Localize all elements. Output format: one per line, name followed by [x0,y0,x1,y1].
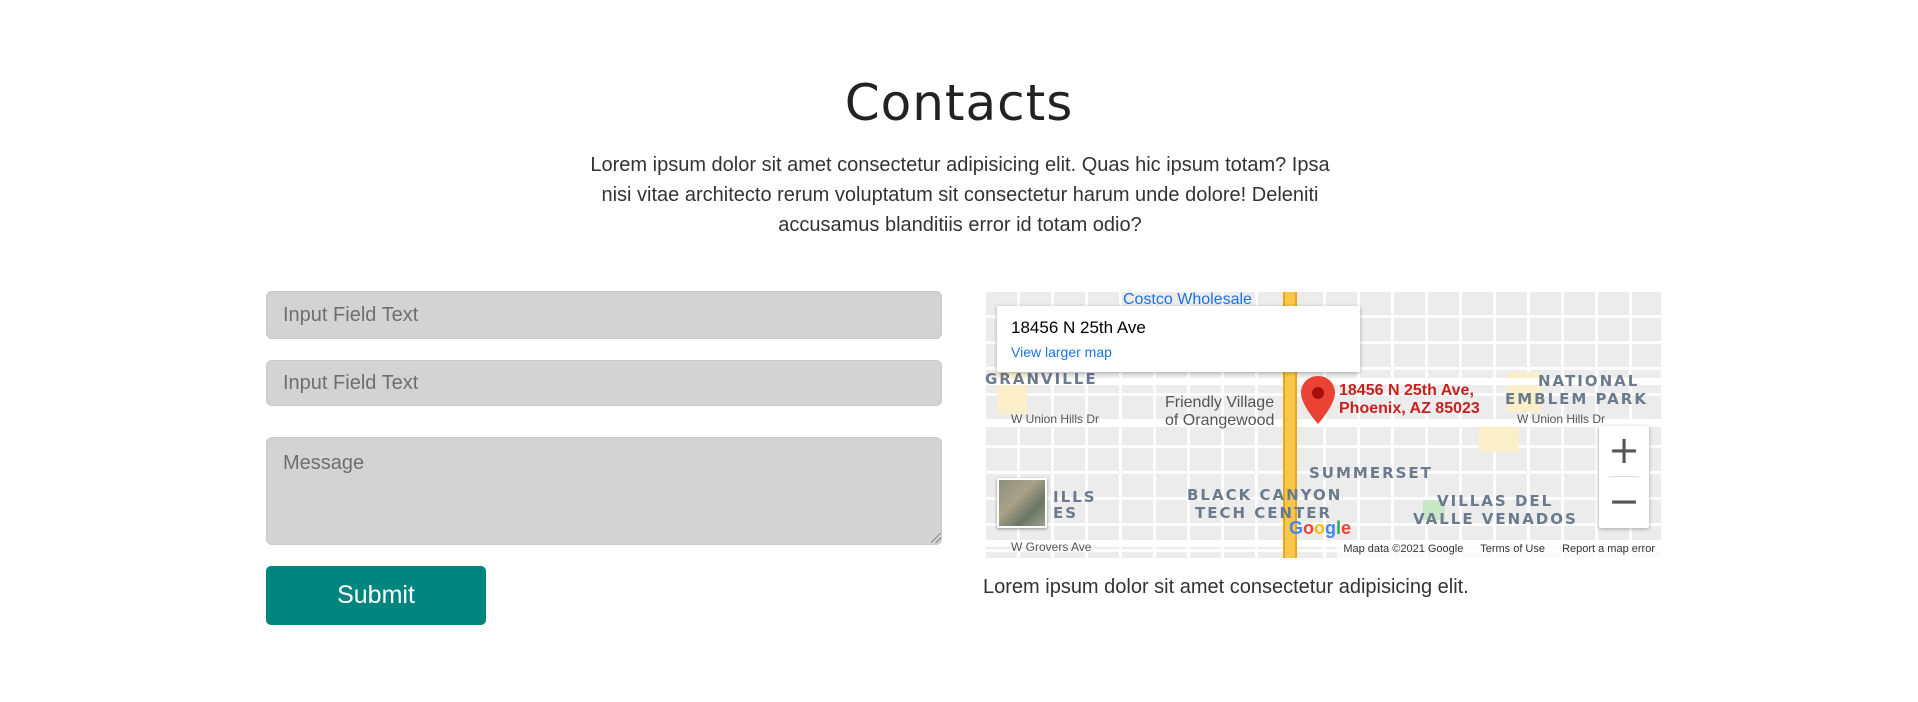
view-larger-map-link[interactable]: View larger map [1011,344,1346,360]
area-label: EMBLEM PARK [1505,390,1648,408]
area-label: GRANVILLE [985,370,1098,388]
street-label: W Grovers Ave [1011,540,1092,554]
area-label: NATIONAL [1538,372,1640,390]
satellite-toggle-button[interactable] [997,478,1047,528]
report-map-error-link[interactable]: Report a map error [1562,543,1655,555]
map-info-card: 18456 N 25th Ave View larger map [997,306,1360,372]
terms-of-use-link[interactable]: Terms of Use [1480,543,1545,555]
place-label: Friendly Village [1165,394,1275,411]
resize-handle-icon[interactable] [931,533,941,543]
area-label: ES [1053,504,1079,522]
google-logo: Google [1289,518,1352,538]
submit-button[interactable]: Submit [266,566,486,625]
map-caption: Lorem ipsum dolor sit amet consectetur a… [983,576,1469,598]
area-label: SUMMERSET [1309,464,1433,482]
place-label: of Orangewood [1165,412,1275,429]
map-pin-icon[interactable] [1301,376,1335,424]
pin-address-label: 18456 N 25th Ave, Phoenix, AZ 85023 [1339,382,1480,418]
area-label: VILLAS DEL [1437,492,1554,510]
section-intro: Lorem ipsum dolor sit amet consectetur a… [590,154,1330,236]
zoom-controls: + − [1599,426,1649,528]
map-data-credit: Map data ©2021 Google [1343,543,1464,555]
info-card-title: 18456 N 25th Ave [1011,318,1146,337]
embedded-map[interactable]: Costco Wholesale GRANVILLE NATIONAL EMBL… [983,292,1661,558]
pin-address-line1: 18456 N 25th Ave, [1339,382,1474,399]
area-label: BLACK CANYON [1187,486,1343,504]
message-field[interactable] [266,437,942,545]
street-label: W Union Hills Dr [1011,412,1100,426]
map-attribution: Map data ©2021 Google Terms of Use Repor… [1337,542,1661,558]
pin-address-line2: Phoenix, AZ 85023 [1339,400,1480,417]
input-field-1[interactable] [266,291,942,339]
street-label: W Union Hills Dr [1517,412,1606,426]
section-title: Contacts [844,74,1074,132]
zoom-in-button[interactable]: + [1599,426,1649,476]
zoom-out-button[interactable]: − [1599,477,1649,527]
area-label: VALLE VENADOS [1413,510,1578,528]
input-field-2[interactable] [266,360,942,406]
